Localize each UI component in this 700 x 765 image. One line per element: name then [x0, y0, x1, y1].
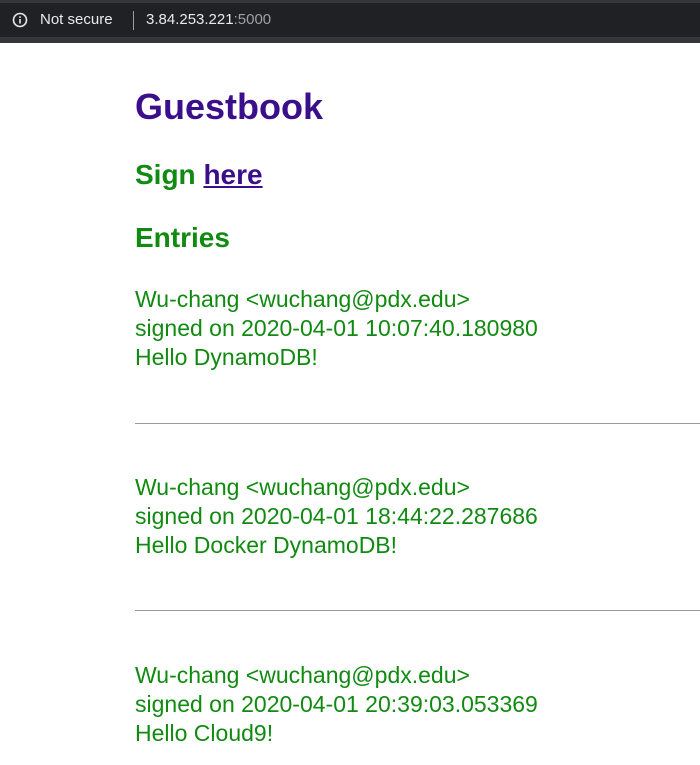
url-host: 3.84.253.221 — [146, 11, 234, 28]
guestbook-entry: Wu-chang <wuchang@pdx.edu> signed on 202… — [135, 285, 700, 372]
entry-divider — [135, 423, 700, 424]
entry-message: Hello Docker DynamoDB! — [135, 532, 398, 558]
entry-divider — [135, 610, 700, 611]
info-icon[interactable] — [12, 12, 28, 28]
sign-heading: Sign here — [135, 158, 263, 192]
entry-signed-date: signed on 2020-04-01 18:44:22.287686 — [135, 503, 538, 529]
entries-heading: Entries — [135, 222, 230, 253]
entry-signed-date: signed on 2020-04-01 20:39:03.053369 — [135, 691, 538, 717]
url-port: :5000 — [233, 11, 272, 28]
security-status-label[interactable]: Not secure — [40, 11, 113, 29]
entry-message: Hello Cloud9! — [135, 720, 274, 746]
guestbook-entry: Wu-chang <wuchang@pdx.edu> signed on 202… — [135, 661, 700, 748]
sign-prefix: Sign — [135, 159, 196, 190]
page-title: Guestbook — [135, 86, 324, 127]
entry-signed-date: signed on 2020-04-01 10:07:40.180980 — [135, 315, 538, 341]
address-separator — [133, 11, 134, 30]
entry-message: Hello DynamoDB! — [135, 344, 318, 370]
entry-author: Wu-chang <wuchang@pdx.edu> — [135, 286, 470, 312]
address-bar[interactable]: Not secure 3.84.253.221:5000 — [0, 3, 700, 37]
entry-author: Wu-chang <wuchang@pdx.edu> — [135, 474, 470, 500]
guestbook-entry: Wu-chang <wuchang@pdx.edu> signed on 202… — [135, 473, 700, 560]
browser-toolbar: Not secure 3.84.253.221:5000 — [0, 0, 700, 43]
sign-here-link[interactable]: here — [203, 159, 262, 190]
entry-author: Wu-chang <wuchang@pdx.edu> — [135, 662, 470, 688]
url-text[interactable]: 3.84.253.221:5000 — [146, 11, 271, 29]
